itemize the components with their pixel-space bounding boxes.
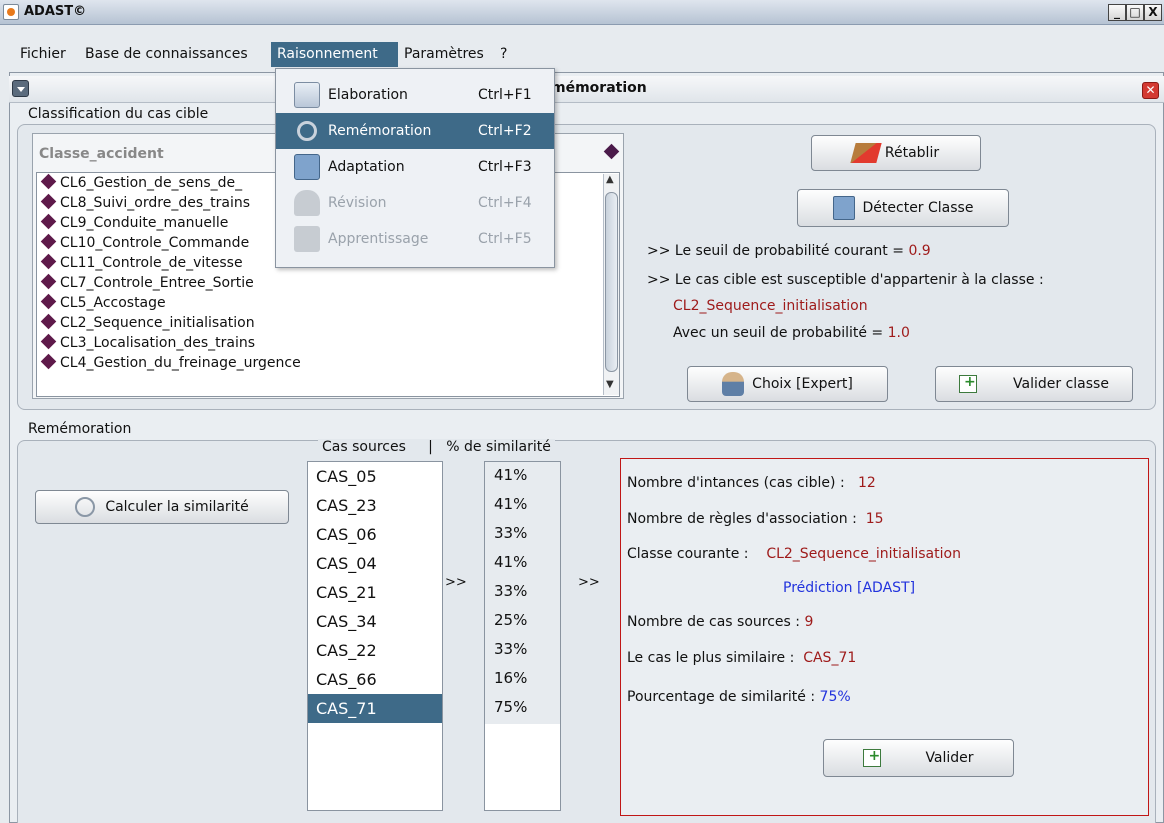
list-item[interactable]: CAS_06: [308, 520, 442, 549]
col-headers: Cas sources | % de similarité: [318, 439, 555, 455]
class-list-header: Classe_accident: [39, 146, 164, 162]
scroll-down-icon[interactable]: ▼: [606, 379, 614, 390]
instances-line: Nombre d'intances (cas cible) : 12: [627, 475, 876, 491]
sources-list[interactable]: CAS_05 CAS_23 CAS_06 CAS_04 CAS_21 CAS_3…: [307, 461, 443, 811]
menu-bar: Fichier Base de connaissances Raisonneme…: [0, 42, 1164, 67]
diamond-icon: [40, 313, 57, 330]
list-item[interactable]: CL2_Sequence_initialisation: [37, 313, 619, 333]
collapse-icon[interactable]: [12, 80, 29, 97]
menu-base-de-connaissances[interactable]: Base de connaissances: [79, 42, 254, 67]
clipboard-icon: [294, 226, 320, 252]
similarity-values: 41% 41% 33% 41% 33% 25% 33% 16% 75%: [484, 461, 561, 722]
list-item[interactable]: CAS_66: [308, 665, 442, 694]
similarity-value: 25%: [494, 611, 528, 629]
add-table-icon: [863, 748, 882, 767]
elaboration-icon: [294, 82, 320, 108]
avec-value: 1.0: [887, 325, 910, 341]
similarity-value: 16%: [494, 669, 528, 687]
menu-parametres[interactable]: Paramètres: [398, 42, 490, 67]
person-icon: [294, 190, 320, 216]
list-item[interactable]: CAS_34: [308, 607, 442, 636]
list-item-selected[interactable]: CAS_71: [308, 694, 442, 723]
scroll-up-icon[interactable]: ▲: [606, 174, 614, 185]
seuil-value: 0.9: [908, 243, 931, 259]
prediction-link[interactable]: Prédiction [ADAST]: [783, 580, 915, 596]
maximize-button[interactable]: □: [1126, 4, 1144, 21]
similarity-value: 33%: [494, 640, 528, 658]
calculer-similarite-button[interactable]: Calculer la similarité: [35, 490, 289, 524]
valider-button[interactable]: Valider: [823, 739, 1014, 777]
diamond-icon: [40, 233, 57, 250]
list-item[interactable]: CAS_21: [308, 578, 442, 607]
menu-help[interactable]: ?: [494, 42, 513, 67]
title-bar: ADAST© _ □ X: [0, 0, 1164, 25]
menu-fichier[interactable]: Fichier: [14, 42, 72, 67]
similarity-value: 41%: [494, 553, 528, 571]
raisonnement-menu: Elaboration Ctrl+F1 Remémoration Ctrl+F2 A…: [275, 68, 555, 268]
menu-item-apprentissage: Apprentissage Ctrl+F5: [276, 221, 554, 257]
list-item[interactable]: CAS_22: [308, 636, 442, 665]
close-frame-button[interactable]: ✕: [1142, 82, 1159, 99]
add-table-icon: [959, 374, 978, 393]
diamond-icon: [40, 333, 57, 350]
similarity-value: 75%: [494, 698, 528, 716]
list-item[interactable]: CL5_Accostage: [37, 293, 619, 313]
list-item[interactable]: CAS_23: [308, 491, 442, 520]
diamond-icon: [40, 253, 57, 270]
diamond-icon: [40, 193, 57, 210]
diamond-icon: [40, 353, 57, 370]
classe-courante-line: Classe courante : CL2_Sequence_initialis…: [627, 546, 961, 562]
diamond-icon: [40, 293, 57, 310]
choix-expert-button[interactable]: Choix [Expert]: [687, 366, 888, 402]
plus-similaire-line: Le cas le plus similaire : CAS_71: [627, 650, 857, 666]
similarity-value: 33%: [494, 582, 528, 600]
nb-sources-line: Nombre de cas sources : 9: [627, 614, 814, 630]
detecter-classe-button[interactable]: Détecter Classe: [797, 189, 1009, 227]
menu-raisonnement[interactable]: Raisonnement: [271, 42, 398, 67]
rememoration-section-label: Remémoration: [28, 421, 132, 437]
pourcentage-line: Pourcentage de similarité : 75%: [627, 689, 851, 705]
menu-item-elaboration[interactable]: Elaboration Ctrl+F1: [276, 77, 554, 113]
menu-item-revision: Révision Ctrl+F4: [276, 185, 554, 221]
scroll-thumb[interactable]: [605, 192, 618, 372]
adaptation-icon: [294, 154, 320, 180]
diamond-icon: [40, 273, 57, 290]
similarity-value: 41%: [494, 495, 528, 513]
menu-item-adaptation[interactable]: Adaptation Ctrl+F3: [276, 149, 554, 185]
list-item[interactable]: CL3_Localisation_des_trains: [37, 333, 619, 353]
scrollbar[interactable]: ▲ ▼: [603, 174, 619, 395]
window-title: ADAST©: [24, 4, 87, 19]
susceptible-line: >> Le cas cible est susceptible d'appart…: [647, 272, 1044, 288]
magnifier-icon: [297, 121, 317, 141]
seuil-line: >> Le seuil de probabilité courant = 0.9: [647, 243, 931, 259]
regles-line: Nombre de règles d'association : 15: [627, 511, 884, 527]
close-window-button[interactable]: X: [1144, 4, 1162, 21]
similarity-value: 33%: [494, 524, 528, 542]
similarity-value: 41%: [494, 466, 528, 484]
classification-section-label: Classification du cas cible: [28, 106, 209, 122]
magnifier-icon: [75, 497, 96, 517]
col-similarity-header: % de similarité: [446, 439, 551, 455]
arrow-1: >>: [445, 575, 467, 590]
expert-person-icon: [722, 372, 745, 396]
broom-icon: [850, 143, 882, 163]
retablir-button[interactable]: Rétablir: [811, 135, 981, 171]
arrow-2: >>: [578, 575, 600, 590]
list-item[interactable]: CAS_05: [308, 462, 442, 491]
avec-seuil-line: Avec un seuil de probabilité = 1.0: [673, 325, 910, 341]
list-item[interactable]: CL4_Gestion_du_freinage_urgence: [37, 353, 619, 373]
app-icon: [3, 4, 19, 20]
valider-classe-button[interactable]: Valider classe: [935, 366, 1133, 402]
diamond-icon: [40, 173, 57, 190]
diamond-icon: [40, 213, 57, 230]
menu-item-rememoration[interactable]: Remémoration Ctrl+F2: [276, 113, 554, 149]
internal-frame-title: mémoration: [551, 80, 647, 96]
detect-doc-icon: [832, 196, 855, 220]
list-item[interactable]: CL7_Controle_Entree_Sortie: [37, 273, 619, 293]
classe-value: CL2_Sequence_initialisation: [673, 298, 868, 314]
minimize-button[interactable]: _: [1108, 4, 1126, 21]
col-sources-header: Cas sources: [322, 439, 406, 455]
list-item[interactable]: CAS_04: [308, 549, 442, 578]
